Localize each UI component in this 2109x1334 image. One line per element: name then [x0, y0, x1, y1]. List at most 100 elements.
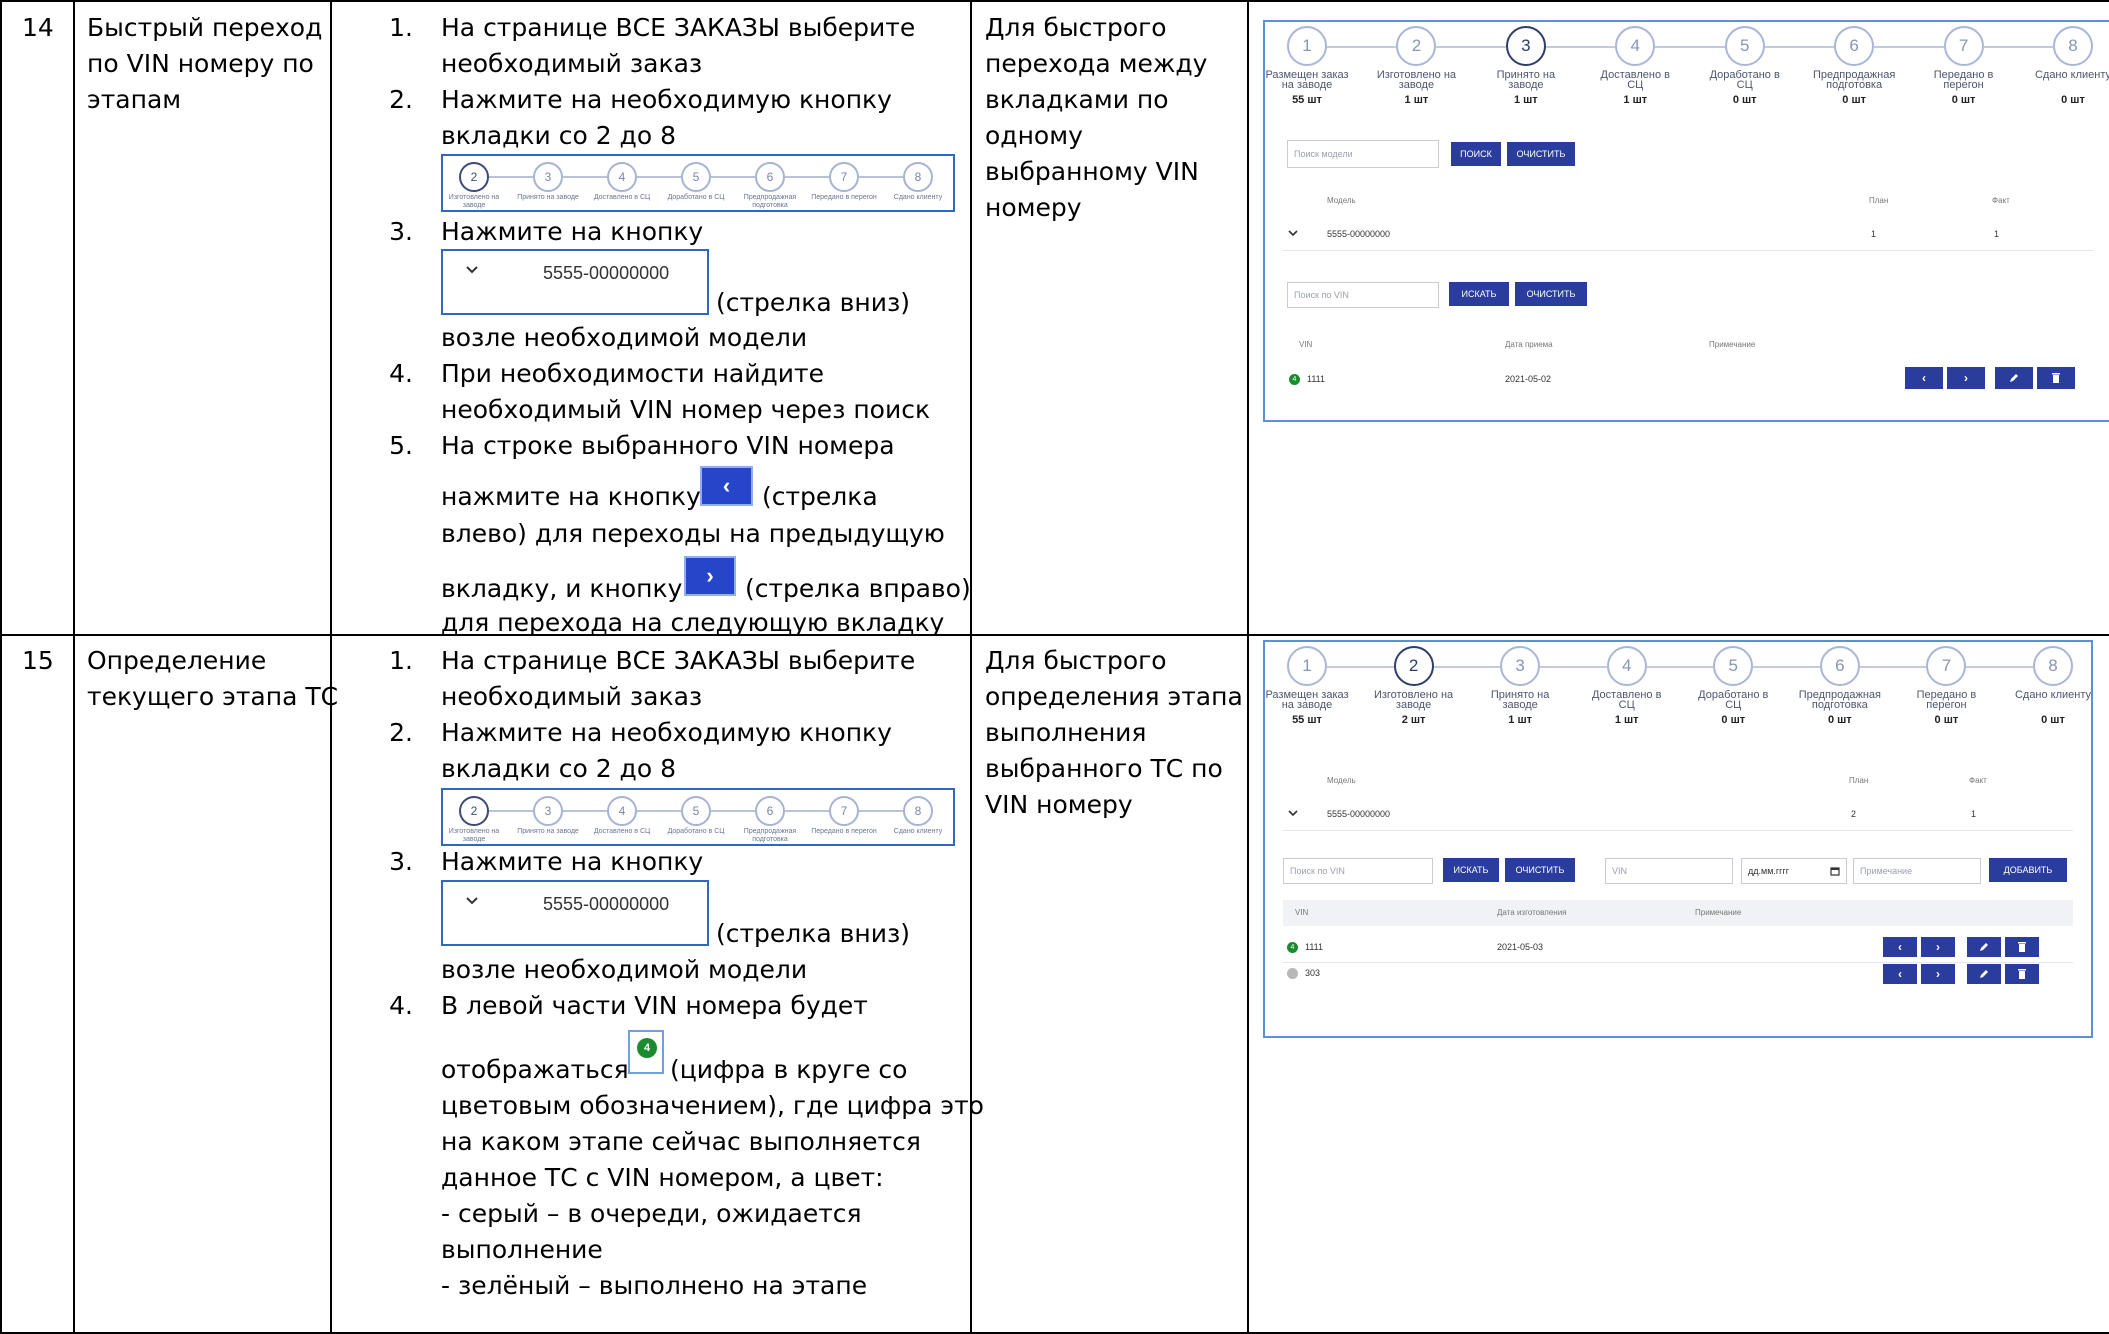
stage-tab-8: 8	[903, 162, 933, 192]
stage-step-4[interactable]: 4	[1615, 26, 1656, 66]
calendar-icon[interactable]	[1830, 866, 1840, 876]
stage-step-3[interactable]: 3	[1505, 26, 1546, 66]
stage-tab-6: 6	[755, 162, 785, 192]
vin-search-input[interactable]: Поиск по VIN	[1287, 282, 1439, 308]
step-text: возле необходимой модели	[441, 323, 808, 352]
date-placeholder: дд.мм.гггг	[1748, 866, 1790, 876]
stage-label: подготовка	[1826, 79, 1883, 91]
step-text: - серый – в очереди, ожидается	[441, 1199, 862, 1228]
stage-tab-label: Передано в перегон	[811, 194, 877, 201]
list-number: 3.	[389, 847, 413, 876]
pencil-icon	[1980, 970, 1988, 978]
table-col-line	[970, 0, 972, 1334]
stage-count: 55 шт	[1292, 94, 1322, 106]
stage-step-3[interactable]: 3	[1500, 646, 1541, 686]
chevron-down-icon[interactable]	[1287, 228, 1299, 238]
stage-step-8[interactable]: 8	[2053, 26, 2093, 66]
divider	[1283, 250, 2093, 251]
purpose-text: выбранного ТС по	[985, 754, 1223, 783]
next-stage-button[interactable]: ›	[1947, 367, 1985, 389]
chevron-down-icon[interactable]	[1287, 808, 1299, 818]
step-text: необходимый заказ	[441, 49, 703, 78]
column-header: VIN	[1299, 340, 1313, 349]
stage-tab-2: 2	[459, 796, 489, 826]
edit-button[interactable]	[1967, 937, 2001, 957]
stage-label: заводе	[1502, 699, 1538, 711]
step-text: Нажмите на необходимую кнопку	[441, 85, 892, 114]
stage-label: СЦ	[1618, 699, 1635, 711]
purpose-text: выполнения	[985, 718, 1147, 747]
stage-tab-label: Доставлено в СЦ	[593, 194, 651, 201]
vin-search-button[interactable]: ИСКАТЬ	[1449, 282, 1509, 306]
stage-count: 1 шт	[1614, 714, 1639, 726]
vin-navigation-screenshot: 1 Размещен заказ на заводе 55 шт 2 Изготовлен…	[1263, 20, 2109, 422]
step-text: влево) для переходы на предыдущую	[441, 519, 945, 548]
date-input[interactable]: дд.мм.гггг	[1741, 858, 1847, 884]
vin-input[interactable]: VIN	[1605, 858, 1733, 884]
column-header: Модель	[1327, 776, 1356, 785]
table-col-line	[73, 0, 75, 1334]
stage-tab-4: 4	[607, 796, 637, 826]
stage-step-7[interactable]: 7	[1943, 26, 1984, 66]
stage-step-1[interactable]: 1	[1287, 26, 1327, 66]
row-title-line: по VIN номеру по	[87, 49, 314, 78]
stage-step-4[interactable]: 4	[1606, 646, 1647, 686]
purpose-text: Для быстрого	[985, 13, 1167, 42]
purpose-text: вкладками по	[985, 85, 1169, 114]
list-number: 1.	[389, 13, 413, 42]
stage-step-5[interactable]: 5	[1724, 26, 1765, 66]
stage-step-7[interactable]: 7	[1926, 646, 1967, 686]
column-header: Примечание	[1709, 340, 1756, 349]
stage-step-1[interactable]: 1	[1287, 646, 1327, 686]
step-text: цветовым обозначением), где цифра это	[441, 1091, 984, 1120]
vin-clear-button[interactable]: ОЧИСТИТЬ	[1505, 858, 1575, 882]
divider	[1283, 900, 2073, 926]
column-header: Факт	[1969, 776, 1987, 785]
prev-stage-button[interactable]: ‹	[1883, 937, 1917, 957]
stage-step-6[interactable]: 6	[1819, 646, 1860, 686]
stage-tab-label: Сдано клиенту	[893, 828, 943, 835]
prev-stage-button[interactable]: ‹	[1883, 964, 1917, 984]
delete-button[interactable]	[2005, 937, 2039, 957]
stage-step-8[interactable]: 8	[2033, 646, 2073, 686]
vin-search-input[interactable]: Поиск по VIN	[1283, 858, 1433, 884]
step-text: на каком этапе сейчас выполняется	[441, 1127, 921, 1156]
stage-count: 1 шт	[1513, 94, 1538, 106]
divider	[1283, 830, 2073, 831]
stepper-connector	[563, 176, 607, 178]
model-search-input[interactable]: Поиск модели	[1287, 140, 1439, 168]
stage-tab-8: 8	[903, 796, 933, 826]
delete-button[interactable]	[2005, 964, 2039, 984]
vin-value: 1111	[1305, 942, 1324, 952]
stage-step-2[interactable]: 2	[1396, 26, 1437, 66]
stage-step-2[interactable]: 2	[1393, 646, 1434, 686]
list-number: 2.	[389, 85, 413, 114]
vin-clear-button[interactable]: ОЧИСТИТЬ	[1515, 282, 1587, 306]
next-stage-button[interactable]: ›	[1921, 937, 1955, 957]
step-text: (стрелка вниз)	[716, 288, 911, 317]
add-button[interactable]: ДОБАВИТЬ	[1989, 858, 2067, 882]
stage-status-badge	[1287, 968, 1298, 979]
next-stage-button[interactable]: ›	[1921, 964, 1955, 984]
delete-button[interactable]	[2037, 367, 2075, 389]
stage-step-6[interactable]: 6	[1834, 26, 1875, 66]
step-text: При необходимости найдите	[441, 359, 824, 388]
model-search-button[interactable]: ПОИСК	[1451, 142, 1501, 166]
purpose-text: перехода между	[985, 49, 1208, 78]
list-number: 4.	[389, 991, 413, 1020]
note-input[interactable]: Примечание	[1853, 858, 1981, 884]
model-expand-button-preview: 5555-00000000	[441, 249, 709, 315]
edit-button[interactable]	[1967, 964, 2001, 984]
prev-stage-button[interactable]: ‹	[1905, 367, 1943, 389]
edit-button[interactable]	[1995, 367, 2033, 389]
vin-search-button[interactable]: ИСКАТЬ	[1443, 858, 1499, 882]
model-name: 5555-00000000	[1327, 809, 1391, 819]
step-text: отображаться	[441, 1055, 629, 1084]
stage-tab-label: Принято на заводе	[517, 194, 579, 201]
prev-stage-button-preview: ‹	[700, 466, 753, 506]
stepper-connector	[1327, 666, 1394, 668]
stage-step-5[interactable]: 5	[1713, 646, 1754, 686]
model-clear-button[interactable]: ОЧИСТИТЬ	[1507, 142, 1575, 166]
stage-tab-label: Предпродажная подготовка	[743, 828, 797, 843]
stage-label: подготовка	[1811, 699, 1868, 711]
